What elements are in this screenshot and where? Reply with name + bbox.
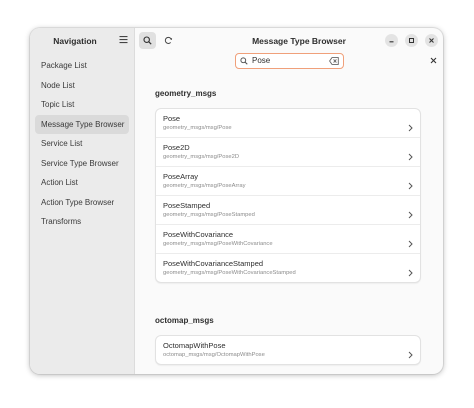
close-icon: [429, 38, 434, 43]
chevron-right-icon: [408, 235, 413, 253]
refresh-icon: [164, 36, 173, 44]
chevron-right-icon: [408, 148, 413, 166]
search-input[interactable]: Pose: [235, 53, 344, 69]
minimize-button[interactable]: [385, 34, 398, 47]
chevron-right-icon: [408, 346, 413, 364]
message-type-name: PoseArray: [163, 172, 199, 181]
search-input-value: Pose: [252, 56, 271, 65]
message-type-name: Pose: [163, 114, 181, 123]
message-type-row[interactable]: PoseStamped geometry_msgs/msg/PoseStamped: [156, 196, 420, 225]
message-type-row[interactable]: OctomapWithPose octomap_msgs/msg/OctomapW…: [156, 336, 420, 364]
app-window: Navigation Package List Node List Topic Li…: [30, 28, 443, 374]
section-octomap-msgs: octomap_msgs OctomapWithPose octomap_msgs/…: [155, 316, 421, 365]
sidebar-header: Navigation: [30, 28, 134, 52]
close-search-button[interactable]: [427, 54, 439, 66]
message-type-name: PoseWithCovariance: [163, 230, 234, 239]
sidebar-item-transforms[interactable]: Transforms: [35, 212, 129, 232]
hamburger-menu-icon[interactable]: [119, 35, 128, 44]
window-title: Message Type Browser: [252, 36, 346, 46]
message-type-path: geometry_msgs/msg/PoseWithCovariance: [163, 241, 273, 247]
chevron-right-icon: [408, 264, 413, 282]
chevron-right-icon: [408, 119, 413, 137]
chevron-right-icon: [408, 177, 413, 195]
message-type-card: OctomapWithPose octomap_msgs/msg/OctomapW…: [155, 335, 421, 365]
message-type-name: OctomapWithPose: [163, 341, 226, 350]
sidebar-item-service-type-browser[interactable]: Service Type Browser: [35, 154, 129, 174]
message-type-row[interactable]: PoseWithCovarianceStamped geometry_msgs/m…: [156, 254, 420, 282]
search-toggle-button[interactable]: [139, 32, 156, 49]
message-type-row[interactable]: Pose2D geometry_msgs/msg/Pose2D: [156, 138, 420, 167]
sidebar-item-node-list[interactable]: Node List: [35, 76, 129, 96]
message-type-row[interactable]: Pose geometry_msgs/msg/Pose: [156, 109, 420, 138]
message-type-path: geometry_msgs/msg/PoseStamped: [163, 212, 255, 218]
chevron-right-icon: [408, 206, 413, 224]
close-icon: [430, 57, 436, 63]
search-icon: [143, 36, 152, 45]
message-type-row[interactable]: PoseWithCovariance geometry_msgs/msg/Pose…: [156, 225, 420, 254]
message-type-name: Pose2D: [163, 143, 190, 152]
sidebar-nav-list: Package List Node List Topic List Message T…: [35, 56, 129, 232]
sidebar-item-message-type-browser[interactable]: Message Type Browser: [35, 114, 129, 134]
search-bar: Pose: [135, 52, 443, 76]
message-type-name: PoseStamped: [163, 201, 211, 210]
sidebar-item-topic-list[interactable]: Topic List: [35, 95, 129, 115]
close-button[interactable]: [425, 34, 438, 47]
message-type-path: geometry_msgs/msg/Pose2D: [163, 154, 240, 160]
main-pane: Message Type Browser Pose geometry_msgs …: [135, 28, 443, 374]
message-type-row[interactable]: PoseArray geometry_msgs/msg/PoseArray: [156, 167, 420, 196]
sidebar: Navigation Package List Node List Topic Li…: [30, 28, 135, 374]
message-type-path: geometry_msgs/msg/Pose: [163, 125, 232, 131]
message-type-path: geometry_msgs/msg/PoseWithCovarianceStam…: [163, 270, 296, 276]
message-type-name: PoseWithCovarianceStamped: [163, 259, 264, 268]
message-type-path: geometry_msgs/msg/PoseArray: [163, 183, 246, 189]
results-list: geometry_msgs Pose geometry_msgs/msg/Pose P…: [135, 78, 443, 374]
sidebar-item-service-list[interactable]: Service List: [35, 134, 129, 154]
section-title: geometry_msgs: [155, 89, 217, 98]
section-geometry-msgs: geometry_msgs Pose geometry_msgs/msg/Pose P…: [155, 89, 421, 283]
sidebar-item-action-type-browser[interactable]: Action Type Browser: [35, 193, 129, 213]
refresh-button[interactable]: [160, 32, 177, 49]
minimize-icon: [389, 41, 394, 43]
maximize-button[interactable]: [405, 34, 418, 47]
search-icon: [240, 57, 248, 65]
sidebar-item-action-list[interactable]: Action List: [35, 173, 129, 193]
message-type-path: octomap_msgs/msg/OctomapWithPose: [163, 352, 265, 358]
header-bar: Message Type Browser: [135, 28, 443, 52]
sidebar-title: Navigation: [53, 36, 97, 46]
section-title: octomap_msgs: [155, 316, 214, 325]
clear-text-icon[interactable]: [329, 57, 339, 65]
message-type-card: Pose geometry_msgs/msg/Pose Pose2D geometry…: [155, 108, 421, 283]
sidebar-item-package-list[interactable]: Package List: [35, 56, 129, 76]
maximize-icon: [409, 38, 414, 43]
